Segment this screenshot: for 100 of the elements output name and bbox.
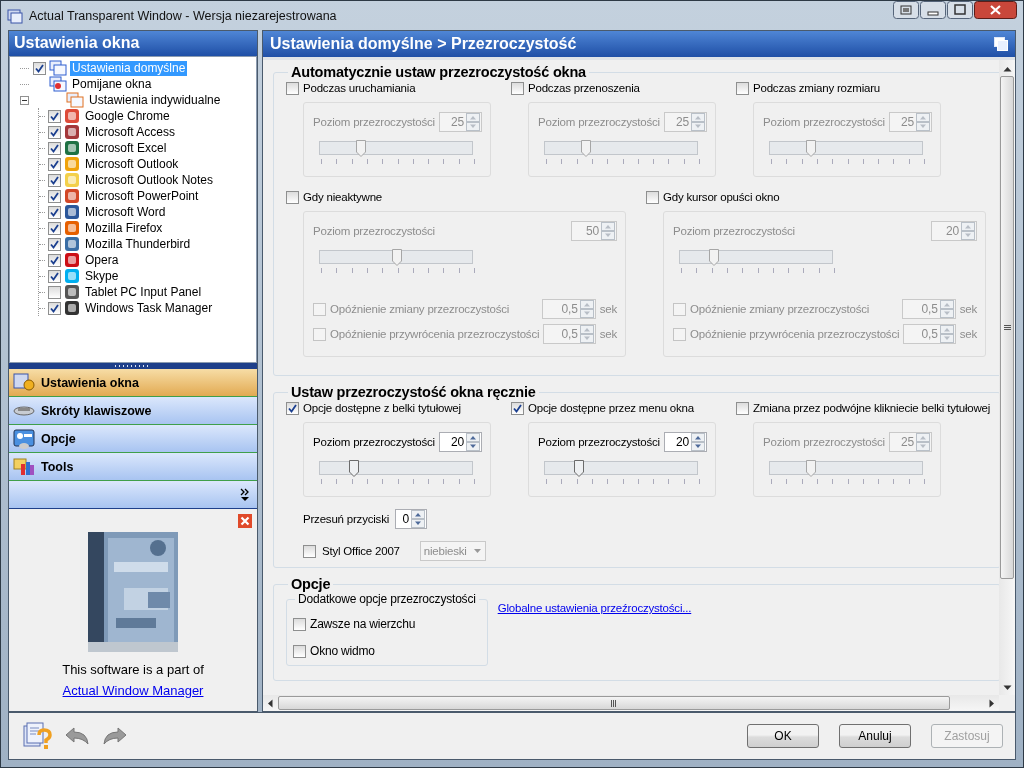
nav-item[interactable]: Skróty klawiszowe <box>9 397 257 425</box>
checkbox[interactable] <box>48 125 61 139</box>
checkbox[interactable] <box>286 81 299 95</box>
scrollbar-thumb[interactable] <box>278 696 950 710</box>
app-icon <box>64 108 80 124</box>
tree-item[interactable]: Microsoft PowerPoint <box>83 188 201 204</box>
expander-icon[interactable] <box>20 95 29 105</box>
app-icon <box>64 172 80 188</box>
chevron-icon[interactable] <box>239 487 251 502</box>
slider-thumb[interactable] <box>806 460 816 477</box>
app-icon <box>64 156 80 172</box>
slider-track[interactable] <box>319 141 473 155</box>
checkbox[interactable] <box>511 81 524 95</box>
app-icon <box>64 284 80 300</box>
dialog-button[interactable]: OK <box>747 724 819 748</box>
slider-thumb[interactable] <box>806 140 816 157</box>
slider-track[interactable] <box>544 141 698 155</box>
checkbox[interactable] <box>48 285 61 299</box>
checkbox-label: Okno widmo <box>310 644 375 658</box>
scrollbar-thumb[interactable] <box>1000 76 1014 579</box>
undo-icon[interactable] <box>63 725 91 747</box>
tree-item[interactable]: Tablet PC Input Panel <box>83 284 204 300</box>
slider-track[interactable] <box>679 250 833 264</box>
dialog-button[interactable]: Anuluj <box>839 724 911 748</box>
slider-track[interactable] <box>769 461 923 475</box>
tree-item[interactable]: Microsoft Access <box>83 124 178 140</box>
settings-link[interactable]: Globalne ustawienia przeźroczystości... <box>497 602 692 614</box>
checkbox[interactable] <box>48 221 61 235</box>
checkbox[interactable] <box>673 327 686 341</box>
spin-buttons[interactable] <box>466 433 480 451</box>
checkbox[interactable] <box>48 189 61 203</box>
window-stack-icon <box>49 60 67 76</box>
unit-label: sek <box>959 328 977 340</box>
slider-track[interactable] <box>544 461 698 475</box>
extra-button[interactable] <box>893 1 919 19</box>
checkbox[interactable] <box>303 544 316 558</box>
checkbox[interactable] <box>646 190 659 204</box>
checkbox[interactable] <box>293 644 306 658</box>
checkbox[interactable] <box>286 190 299 204</box>
tree-item[interactable]: Windows Task Manager <box>83 300 215 316</box>
checkbox[interactable] <box>736 81 749 95</box>
number-field[interactable]: 0 <box>395 509 428 529</box>
slider-thumb[interactable] <box>348 460 359 477</box>
slider-track[interactable] <box>319 461 473 475</box>
nav-item[interactable]: Ustawienia okna <box>9 369 257 397</box>
tree-item[interactable]: Mozilla Thunderbird <box>83 236 193 252</box>
scroll-right-icon[interactable] <box>989 698 995 708</box>
checkbox[interactable] <box>286 401 299 415</box>
close-ad-button[interactable] <box>238 514 252 528</box>
redo-icon[interactable] <box>101 725 129 747</box>
tree-item[interactable]: Ustawienia indywidualne <box>87 92 223 108</box>
slider-track[interactable] <box>319 250 473 264</box>
tree-item[interactable]: Mozilla Firefox <box>83 220 165 236</box>
slider-thumb[interactable] <box>708 249 719 266</box>
slider-thumb[interactable] <box>356 140 366 157</box>
scroll-left-icon[interactable] <box>267 698 273 708</box>
tree-item[interactable]: Microsoft Word <box>83 204 168 220</box>
checkbox[interactable] <box>48 269 61 283</box>
checkbox[interactable] <box>313 327 326 341</box>
tree-item[interactable]: Opera <box>83 252 121 268</box>
checkbox[interactable] <box>48 141 61 155</box>
checkbox[interactable] <box>673 302 686 316</box>
number-field[interactable]: 20 <box>663 432 707 452</box>
checkbox[interactable] <box>48 253 61 267</box>
tree-item[interactable]: Microsoft Outlook Notes <box>83 172 216 188</box>
slider-thumb[interactable] <box>573 460 584 477</box>
checkbox[interactable] <box>293 617 306 631</box>
checkbox[interactable] <box>48 205 61 219</box>
slider-thumb[interactable] <box>581 140 591 157</box>
product-link[interactable]: Actual Window Manager <box>62 683 204 698</box>
spin-buttons[interactable] <box>691 433 705 451</box>
slider-thumb[interactable] <box>392 249 402 266</box>
app-window-icon <box>7 7 23 24</box>
help-icon[interactable] <box>23 722 53 750</box>
tree-item[interactable]: Skype <box>83 268 121 284</box>
spin-buttons[interactable] <box>411 510 426 528</box>
scroll-up-icon[interactable] <box>1002 66 1012 72</box>
checkbox[interactable] <box>48 157 61 171</box>
checkbox[interactable] <box>511 401 524 415</box>
checkbox[interactable] <box>48 109 61 123</box>
number-field[interactable]: 20 <box>438 432 482 452</box>
checkbox[interactable] <box>313 302 326 316</box>
vertical-scrollbar[interactable] <box>999 60 1015 695</box>
checkbox[interactable] <box>33 61 46 75</box>
tree-item[interactable]: Google Chrome <box>83 108 172 124</box>
tree-item[interactable]: Pomijane okna <box>70 76 154 92</box>
scroll-down-icon[interactable] <box>1002 685 1012 691</box>
checkbox[interactable] <box>48 173 61 187</box>
tree-item[interactable]: Microsoft Excel <box>83 140 169 156</box>
nav-item[interactable]: Tools <box>9 453 257 481</box>
close-button[interactable] <box>974 1 1017 19</box>
minimize-button[interactable] <box>920 1 946 19</box>
maximize-button[interactable] <box>947 1 973 19</box>
slider-track[interactable] <box>769 141 923 155</box>
checkbox[interactable] <box>48 301 61 315</box>
checkbox[interactable] <box>48 237 61 251</box>
nav-item[interactable]: Opcje <box>9 425 257 453</box>
horizontal-scrollbar[interactable] <box>263 695 999 711</box>
tree-item[interactable]: Microsoft Outlook <box>83 156 181 172</box>
checkbox[interactable] <box>736 401 749 415</box>
